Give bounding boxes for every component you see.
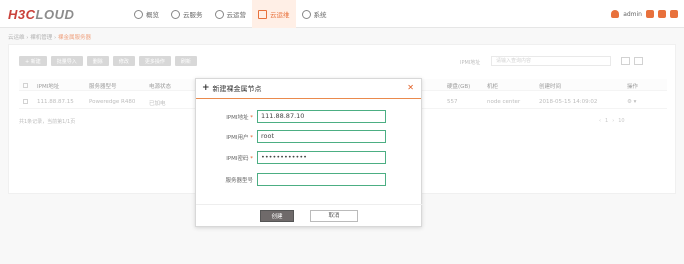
form-row-server-model: 服务器型号 [196,173,423,187]
settings-icon[interactable] [658,10,666,18]
cancel-button[interactable]: 取消 [310,210,358,222]
nav-system[interactable]: 系统 [296,0,333,28]
ipmi-password-label: IPMI密码 * [226,156,253,162]
dialog-title: 新建裸金属节点 [212,84,262,93]
cloud-maintenance-icon [258,9,267,19]
document-icon[interactable] [646,10,654,18]
overview-icon [134,9,143,19]
dialog-header: + 新建裸金属节点 ✕ [196,79,421,99]
ipmi-address-label: IPMI地址 * [226,115,253,121]
gear-icon [301,9,311,19]
top-bar: H3CLOUD 概览 云服务 云运营 云运维 系统 admin [0,0,684,28]
ipmi-password-input[interactable]: •••••••••••• [257,151,386,164]
user-icon[interactable] [611,10,620,18]
ipmi-address-input[interactable]: 111.88.87.10 [257,110,386,123]
server-model-label: 服务器型号 [225,178,253,184]
create-node-dialog: + 新建裸金属节点 ✕ IPMI地址 * 111.88.87.10 IPMI用户… [195,78,423,228]
plus-icon: + [202,83,210,93]
cloud-service-icon [171,9,180,19]
username[interactable]: admin [623,11,642,18]
dialog-footer: 创建 取消 [196,204,423,228]
ipmi-user-label: IPMI用户 * [226,135,253,141]
main-nav: 概览 云服务 云运营 云运维 系统 [128,0,333,28]
form-row-ipmi-user: IPMI用户 * root [196,130,423,144]
shirt-icon[interactable] [670,10,678,18]
cloud-ops-icon [214,9,224,19]
server-model-input[interactable] [257,173,386,186]
logo: H3CLOUD [8,7,75,22]
create-button[interactable]: 创建 [260,210,294,222]
nav-cloud-service[interactable]: 云服务 [165,0,209,28]
nav-cloud-maintenance[interactable]: 云运维 [252,0,296,28]
nav-cloud-ops[interactable]: 云运营 [209,0,253,28]
form-row-ipmi-address: IPMI地址 * 111.88.87.10 [196,110,423,124]
nav-overview[interactable]: 概览 [128,0,165,28]
ipmi-user-input[interactable]: root [257,130,386,143]
user-area: admin [611,0,678,28]
close-icon[interactable]: ✕ [407,84,414,92]
form-row-ipmi-password: IPMI密码 * •••••••••••• [196,151,423,165]
